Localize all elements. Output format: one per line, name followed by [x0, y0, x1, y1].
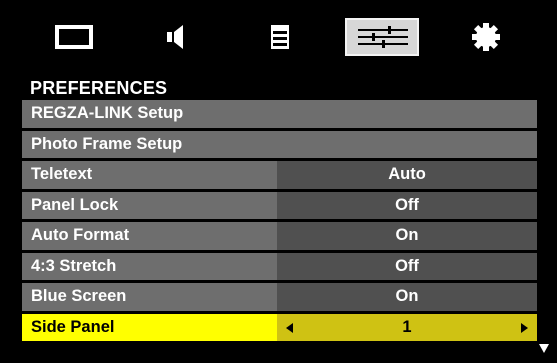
menu-item-value: On — [277, 222, 537, 250]
side-panel-selector[interactable]: 1 — [277, 313, 537, 341]
menu-item-value: Off — [277, 252, 537, 280]
menu-item-label: Panel Lock — [22, 191, 277, 219]
tab-sound[interactable] — [125, 10, 228, 64]
menu-tab-bar — [22, 10, 537, 64]
arrow-right-icon[interactable] — [521, 322, 528, 333]
menu-item-photo-frame-setup[interactable]: Photo Frame Setup — [22, 130, 537, 158]
menu-item-teletext[interactable]: Teletext Auto — [22, 161, 537, 189]
menu-item-auto-format[interactable]: Auto Format On — [22, 222, 537, 250]
menu-item-label: Auto Format — [22, 222, 277, 250]
menu-item-label: Photo Frame Setup — [22, 130, 537, 158]
arrow-left-icon[interactable] — [286, 322, 293, 333]
menu-item-value: Auto — [277, 161, 537, 189]
tab-setup[interactable] — [228, 10, 331, 64]
menu-item-label: REGZA-LINK Setup — [22, 100, 537, 128]
menu-item-value: Off — [277, 191, 537, 219]
gear-icon — [471, 23, 500, 51]
preferences-menu: PREFERENCES REGZA-LINK Setup Photo Frame… — [22, 76, 537, 341]
menu-item-label: Teletext — [22, 161, 277, 189]
page-title: PREFERENCES — [30, 78, 168, 98]
sound-icon — [166, 25, 183, 49]
menu-item-regza-link-setup[interactable]: REGZA-LINK Setup — [22, 100, 537, 128]
menu-item-label: Side Panel — [22, 313, 277, 341]
menu-item-label: 4:3 Stretch — [22, 252, 277, 280]
menu-item-label: Blue Screen — [22, 283, 277, 311]
picture-icon — [54, 25, 93, 49]
tab-settings[interactable] — [434, 10, 537, 64]
menu-item-side-panel[interactable]: Side Panel 1 — [22, 313, 537, 341]
preferences-sliders-icon — [357, 26, 408, 48]
scroll-down-icon — [539, 344, 549, 353]
menu-item-4-3-stretch[interactable]: 4:3 Stretch Off — [22, 252, 537, 280]
tab-picture[interactable] — [22, 10, 125, 64]
setup-icon — [270, 25, 289, 49]
menu-item-value: On — [277, 283, 537, 311]
tab-preferences[interactable] — [331, 10, 434, 64]
menu-item-panel-lock[interactable]: Panel Lock Off — [22, 191, 537, 219]
menu-item-blue-screen[interactable]: Blue Screen On — [22, 283, 537, 311]
menu-item-value: 1 — [402, 317, 412, 336]
